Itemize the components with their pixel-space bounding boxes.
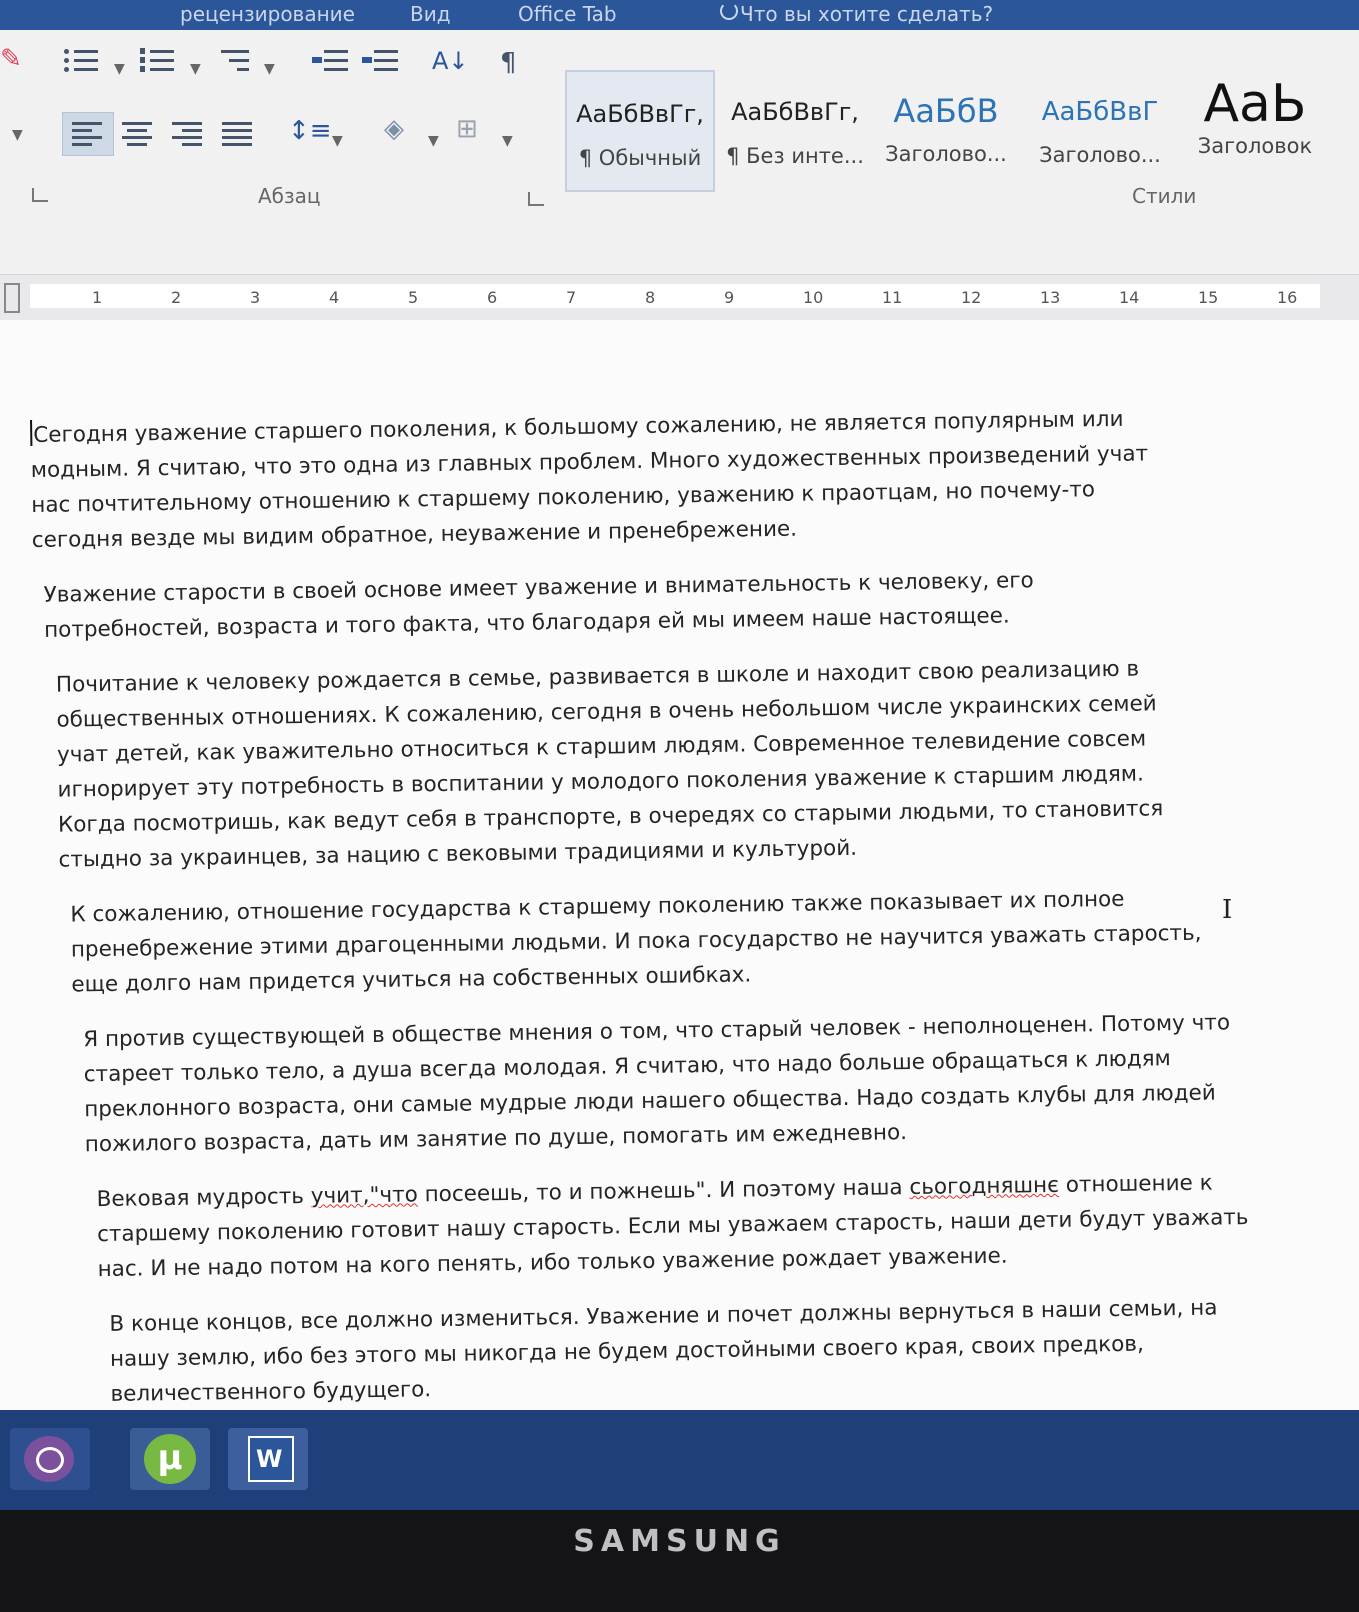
paragraph[interactable]: Вековая мудрость учит,"что посеешь, то и… bbox=[96, 1164, 1332, 1287]
paragraph[interactable]: Почитание к человеку рождается в семье, … bbox=[56, 649, 1327, 878]
tab-review[interactable]: рецензирование bbox=[180, 2, 355, 26]
align-right-icon[interactable] bbox=[172, 120, 206, 146]
text-run: посеешь, то и пожнешь". И поэтому наша bbox=[417, 1175, 910, 1208]
line-spacing-icon[interactable]: ↕≡ bbox=[288, 116, 332, 146]
utorrent-icon: µ bbox=[144, 1434, 196, 1484]
ruler-area: 1 2 3 4 5 6 7 8 9 10 11 12 13 14 15 16 bbox=[0, 275, 1359, 320]
borders-dropdown-icon[interactable]: ▼ bbox=[502, 126, 513, 156]
align-center-icon[interactable] bbox=[122, 120, 156, 146]
shading-dropdown-icon[interactable]: ▼ bbox=[428, 126, 439, 156]
tell-me-box[interactable]: Что вы хотите сделать? bbox=[740, 2, 993, 26]
style-sample: АаБбВвГг, bbox=[731, 98, 859, 126]
ruler-number: 10 bbox=[803, 288, 824, 307]
font-dropdown-icon[interactable]: ▼ bbox=[12, 120, 23, 150]
style-name: Заголовок bbox=[1197, 134, 1313, 158]
clear-formatting-icon[interactable]: ✎ bbox=[0, 44, 22, 74]
style-sample: АаБбВ bbox=[893, 92, 999, 130]
decrease-indent-icon[interactable] bbox=[312, 48, 348, 74]
ruler-number: 16 bbox=[1277, 288, 1298, 307]
ruler-number: 7 bbox=[566, 288, 577, 307]
tab-selector-icon[interactable] bbox=[4, 283, 20, 313]
document-page[interactable]: Сегодня уважение старшего поколения, к б… bbox=[0, 320, 1359, 1410]
style-name: Заголово... bbox=[1039, 143, 1161, 167]
paragraph[interactable]: Я против существующей в обществе мнения … bbox=[83, 1004, 1331, 1162]
taskbar-utorrent-button[interactable]: µ bbox=[130, 1428, 210, 1490]
style-sample: АаБбВвГ bbox=[1041, 97, 1159, 127]
word-icon: W bbox=[248, 1436, 294, 1482]
insertion-caret bbox=[30, 419, 33, 446]
style-heading-2[interactable]: АаБбВвГ Заголово... bbox=[1025, 70, 1175, 192]
ruler-number: 12 bbox=[961, 288, 982, 307]
bullets-icon[interactable] bbox=[64, 48, 98, 74]
paragraph[interactable]: Сегодня уважение старшего поколения, к б… bbox=[30, 399, 1322, 558]
taskbar-viber-button[interactable] bbox=[10, 1428, 90, 1490]
multilevel-list-icon[interactable] bbox=[215, 48, 249, 74]
pilcrow-icon[interactable]: ¶ bbox=[500, 48, 517, 78]
multilevel-dropdown-icon[interactable]: ▼ bbox=[264, 54, 275, 84]
paragraph-group-label: Абзац bbox=[258, 184, 321, 208]
ribbon-tabs-bar: рецензирование Вид Office Tab Что вы хот… bbox=[0, 0, 1359, 30]
text-run: Вековая мудрость bbox=[96, 1183, 311, 1213]
lightbulb-icon bbox=[720, 2, 738, 20]
taskbar-word-button[interactable]: W bbox=[228, 1428, 308, 1490]
style-normal[interactable]: АаБбВвГг, ¶ Обычный bbox=[565, 70, 715, 192]
sort-icon[interactable]: А↓ bbox=[432, 46, 469, 76]
document-body[interactable]: Сегодня уважение старшего поколения, к б… bbox=[30, 399, 1335, 1410]
paragraph[interactable]: Уважение старости в своей основе имеет у… bbox=[43, 559, 1323, 648]
text-run: отношение к bbox=[1058, 1170, 1213, 1198]
style-sample: АаБбВвГг, bbox=[576, 100, 704, 128]
ruler-number: 9 bbox=[724, 288, 735, 307]
justify-icon[interactable] bbox=[222, 120, 256, 146]
misspelled-word[interactable]: учит,"что bbox=[311, 1182, 418, 1209]
numbering-icon[interactable] bbox=[140, 48, 174, 74]
paragraph[interactable]: В конце концов, все должно измениться. У… bbox=[109, 1289, 1334, 1410]
ruler-number: 8 bbox=[645, 288, 656, 307]
styles-gallery: АаБбВвГг, ¶ Обычный АаБбВвГг, ¶ Без инте… bbox=[565, 70, 1359, 195]
paragraph[interactable]: К сожалению, отношение государства к ста… bbox=[70, 879, 1328, 1003]
tab-view[interactable]: Вид bbox=[410, 2, 451, 26]
style-name: ¶ Обычный bbox=[578, 146, 702, 170]
style-name: ¶ Без инте... bbox=[726, 144, 864, 168]
tab-office-tab[interactable]: Office Tab bbox=[518, 2, 617, 26]
ruler-number: 13 bbox=[1040, 288, 1061, 307]
line-spacing-dropdown-icon[interactable]: ▼ bbox=[332, 126, 343, 156]
style-no-spacing[interactable]: АаБбВвГг, ¶ Без инте... bbox=[720, 70, 870, 192]
monitor-brand-logo: SAMSUNG bbox=[573, 1524, 786, 1559]
ruler-number: 11 bbox=[882, 288, 903, 307]
style-sample: АаЬ bbox=[1203, 74, 1307, 134]
ruler-number: 1 bbox=[92, 288, 103, 307]
ribbon: ✎ ▼ ▼ ▼ А↓ ¶ ▼ ↕≡ ▼ ◈ ▼ ⊞ ▼ Абзац АаБбВв… bbox=[0, 30, 1359, 275]
styles-group-label: Стили bbox=[1132, 184, 1197, 208]
monitor-bezel: SAMSUNG bbox=[0, 1510, 1359, 1612]
shading-icon[interactable]: ◈ bbox=[384, 114, 404, 144]
bullets-dropdown-icon[interactable]: ▼ bbox=[114, 54, 125, 84]
numbering-dropdown-icon[interactable]: ▼ bbox=[190, 54, 201, 84]
ruler-number: 6 bbox=[487, 288, 498, 307]
style-title[interactable]: АаЬ Заголовок bbox=[1180, 70, 1330, 192]
style-heading-1[interactable]: АаБбВ Заголово... bbox=[875, 70, 1017, 192]
text-cursor-icon: I bbox=[1222, 895, 1233, 925]
borders-icon[interactable]: ⊞ bbox=[456, 114, 478, 144]
ruler-number: 3 bbox=[250, 288, 261, 307]
font-dialog-launcher-icon[interactable] bbox=[32, 188, 48, 202]
increase-indent-icon[interactable] bbox=[362, 48, 398, 74]
ruler-number: 5 bbox=[408, 288, 419, 307]
ruler-number: 2 bbox=[171, 288, 182, 307]
paragraph-dialog-launcher-icon[interactable] bbox=[528, 192, 544, 206]
misspelled-word[interactable]: сьогодняшнє bbox=[909, 1173, 1059, 1200]
style-name: Заголово... bbox=[885, 142, 1007, 166]
ruler-number: 14 bbox=[1119, 288, 1140, 307]
ruler-number: 15 bbox=[1198, 288, 1219, 307]
ruler-number: 4 bbox=[329, 288, 340, 307]
align-left-icon bbox=[72, 120, 106, 146]
viber-icon bbox=[24, 1436, 74, 1482]
horizontal-ruler[interactable]: 1 2 3 4 5 6 7 8 9 10 11 12 13 14 15 16 bbox=[30, 284, 1320, 308]
taskbar: µ W bbox=[0, 1410, 1359, 1510]
